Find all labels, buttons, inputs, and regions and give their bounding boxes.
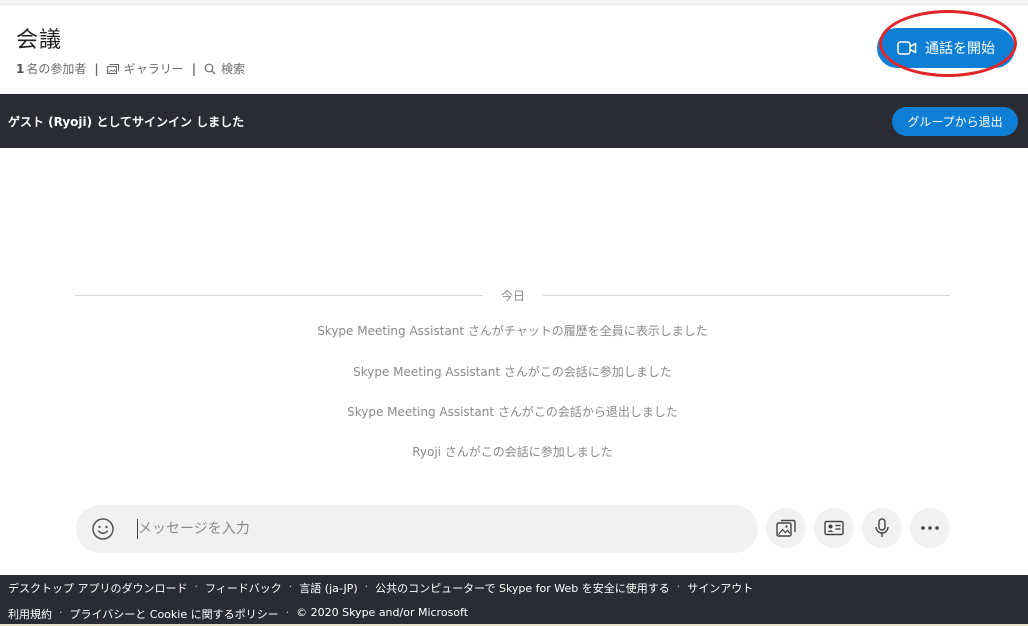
- terms-link[interactable]: 利用規約: [8, 606, 52, 622]
- system-message: Skype Meeting Assistant さんがチャットの履歴を全員に表示…: [317, 324, 708, 338]
- copyright-text: © 2020 Skype and/or Microsoft: [296, 606, 469, 619]
- footer-separator: ·: [285, 606, 290, 619]
- emoji-icon[interactable]: [91, 517, 115, 541]
- download-app-link[interactable]: デスクトップ アプリのダウンロード: [8, 580, 188, 596]
- start-call-label: 通話を開始: [925, 41, 995, 57]
- footer-separator: ·: [288, 580, 293, 593]
- meta-separator: |: [94, 61, 99, 76]
- system-message: Ryoji さんがこの会話に参加しました: [412, 445, 613, 459]
- search-link[interactable]: 検索: [204, 60, 245, 77]
- guest-signin-text: ゲスト (Ryoji) としてサインイン しました: [8, 115, 245, 129]
- gallery-label: ギャラリー: [123, 62, 184, 76]
- feedback-link[interactable]: フィードバック: [205, 580, 282, 596]
- gallery-link[interactable]: ギャラリー: [106, 60, 184, 77]
- day-divider: 今日: [75, 287, 950, 303]
- divider-line: [75, 295, 483, 296]
- record-audio-button[interactable]: [862, 508, 902, 548]
- send-image-button[interactable]: [766, 508, 806, 548]
- language-link[interactable]: 言語 (ja-JP): [299, 580, 357, 596]
- more-options-button[interactable]: [910, 508, 950, 548]
- more-icon: [921, 526, 939, 530]
- system-message: Skype Meeting Assistant さんがこの会話から退出しました: [347, 405, 678, 419]
- participants-link[interactable]: 名の参加者: [26, 60, 86, 77]
- footer-separator: ·: [194, 580, 199, 593]
- gallery-icon: [106, 63, 119, 74]
- start-call-button[interactable]: 通話を開始: [877, 28, 1015, 68]
- footer-separator: ·: [59, 606, 63, 619]
- footer-legal-row: 利用規約 · プライバシーと Cookie に関するポリシー · © 2020 …: [8, 606, 468, 622]
- public-computer-link[interactable]: 公共のコンピューターで Skype for Web を安全に使用する: [375, 580, 670, 596]
- image-icon: [776, 519, 796, 537]
- page-footer: デスクトップ アプリのダウンロード · フィードバック · 言語 (ja-JP)…: [0, 575, 1028, 626]
- footer-separator: ·: [364, 580, 369, 593]
- conversation-meta: 1 名の参加者 | ギャラリー | 検索: [16, 60, 245, 77]
- skype-web-window: 会議 1 名の参加者 | ギャラリー | 検索 通話を開始 ゲスト (Ryoji…: [0, 0, 1028, 626]
- day-label: 今日: [500, 289, 525, 303]
- send-contact-button[interactable]: [814, 508, 854, 548]
- search-icon: [204, 63, 216, 74]
- search-label: 検索: [221, 62, 246, 76]
- conversation-title: 会議: [16, 28, 63, 53]
- guest-banner: ゲスト (Ryoji) としてサインイン しました: [0, 94, 1028, 148]
- divider-line: [543, 295, 950, 296]
- privacy-link[interactable]: プライバシーと Cookie に関するポリシー: [70, 606, 279, 622]
- microphone-icon: [875, 518, 889, 537]
- message-composer: [76, 505, 758, 553]
- leave-group-button[interactable]: グループから退出: [892, 107, 1018, 136]
- message-input[interactable]: [138, 511, 738, 547]
- conversation-header: 会議 1 名の参加者 | ギャラリー | 検索 通話を開始: [0, 6, 1028, 94]
- system-message: Skype Meeting Assistant さんがこの会話に参加しました: [353, 365, 672, 379]
- top-edge: [0, 0, 1028, 5]
- contact-card-icon: [824, 520, 844, 536]
- footer-separator: ·: [676, 580, 681, 593]
- footer-links-row: デスクトップ アプリのダウンロード · フィードバック · 言語 (ja-JP)…: [8, 580, 753, 596]
- video-camera-icon: [897, 41, 917, 55]
- participant-count: 1: [16, 61, 25, 76]
- sign-out-link[interactable]: サインアウト: [687, 580, 753, 596]
- meta-separator: |: [191, 61, 197, 76]
